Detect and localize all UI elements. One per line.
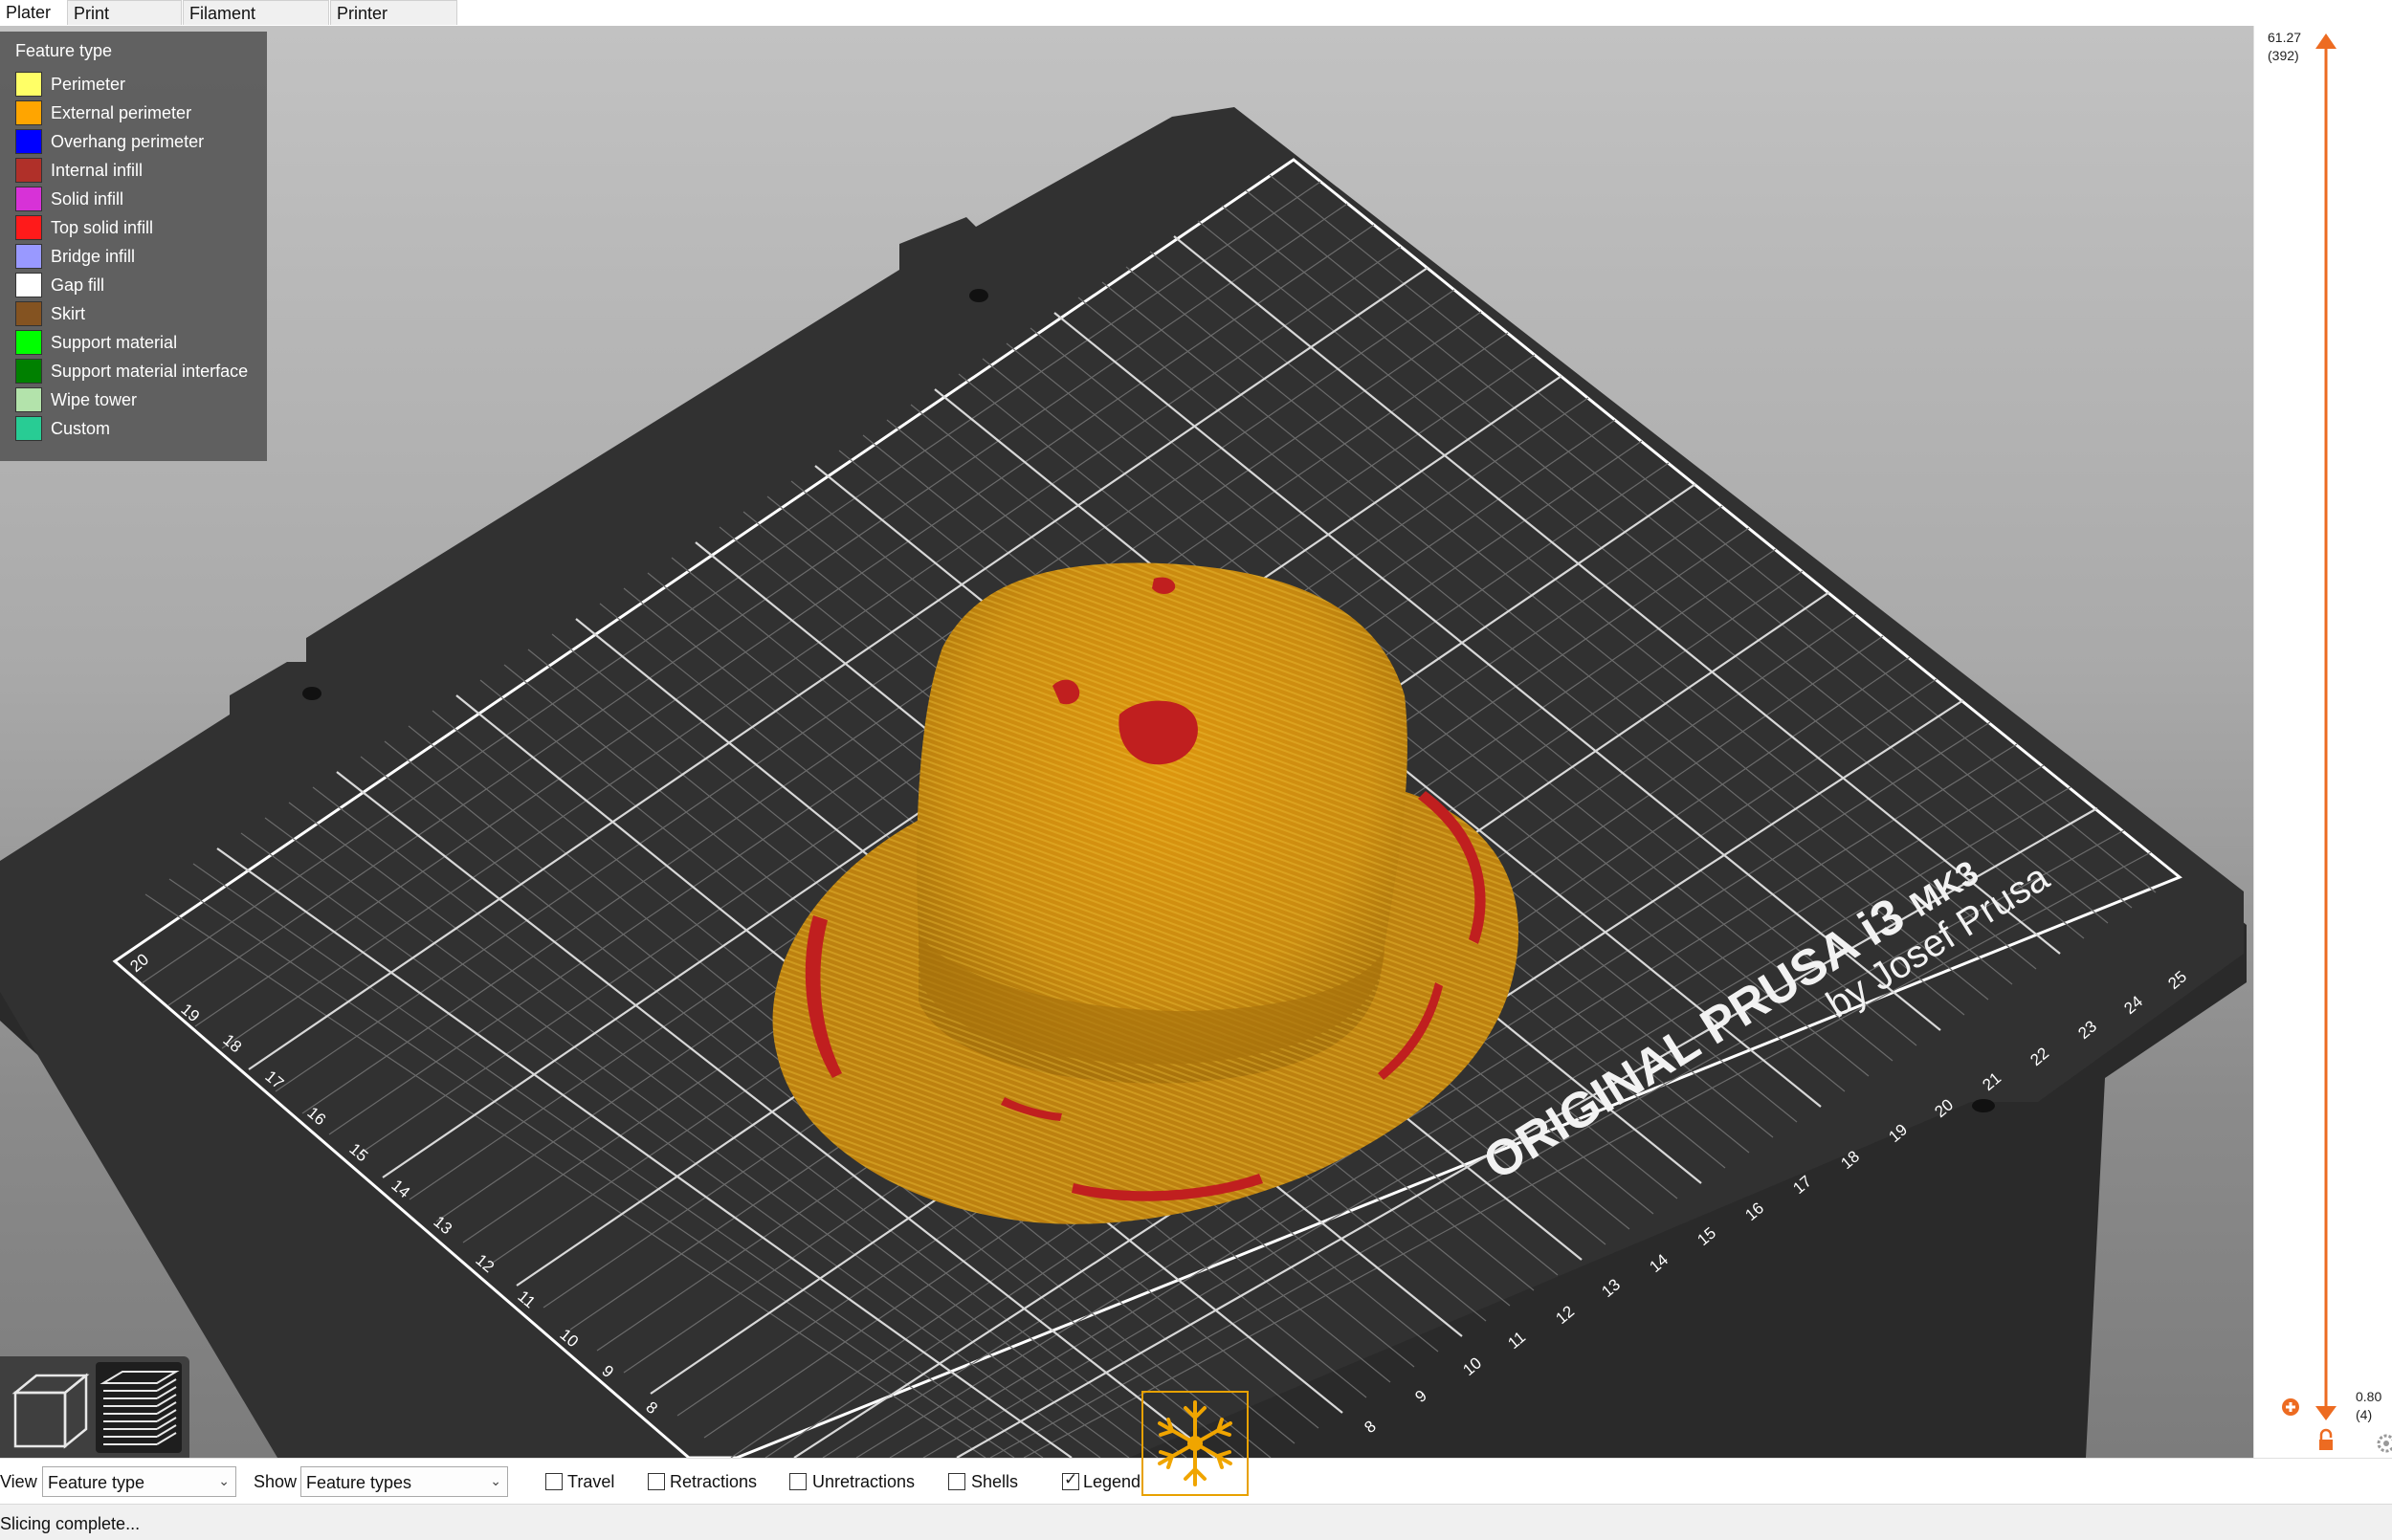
- legend-label: Support material interface: [51, 362, 249, 381]
- legend-label: Overhang perimeter: [51, 132, 205, 151]
- legend-swatch: [15, 100, 42, 125]
- legend-label: Solid infill: [51, 189, 124, 209]
- settings-cog-icon: [2377, 1434, 2392, 1453]
- legend-item: Solid infill: [15, 186, 264, 214]
- legend-item: External perimeter: [15, 99, 264, 128]
- legend-item: Overhang perimeter: [15, 128, 264, 157]
- legend-item: Perimeter: [15, 71, 264, 99]
- legend-checkbox[interactable]: ✓: [1062, 1470, 1079, 1490]
- legend-swatch: [15, 72, 42, 97]
- bottom-thumb: [2315, 1406, 2337, 1420]
- chevron-down-icon: ⌄: [490, 1473, 501, 1488]
- legend-item: Wipe tower: [15, 386, 264, 415]
- legend-label: Legend: [1083, 1472, 1141, 1491]
- legend-swatch: [15, 187, 42, 211]
- shells-checkbox[interactable]: [948, 1473, 965, 1490]
- legend-item: Skirt: [15, 300, 264, 329]
- travel-label: Travel: [567, 1472, 615, 1491]
- tab-printer-settings[interactable]: Printer Settings: [330, 0, 457, 48]
- legend-item: Top solid infill: [15, 214, 264, 243]
- lock-icon: [2319, 1428, 2333, 1450]
- legend-swatch: [15, 330, 42, 355]
- chevron-down-icon: ⌄: [218, 1473, 230, 1488]
- top-thumb: [2315, 33, 2337, 49]
- snowflake-button[interactable]: [1141, 1391, 1249, 1496]
- legend-label: Internal infill: [51, 161, 144, 180]
- tab-plater[interactable]: Plater: [0, 0, 63, 25]
- layers-view-button[interactable]: [96, 1362, 182, 1453]
- layer-slider-panel: 61.27 (392) 0.80 (4): [2253, 26, 2392, 1458]
- unretractions-label: Unretractions: [812, 1472, 916, 1491]
- view-label: View: [0, 1472, 37, 1491]
- 3d-view-button[interactable]: [6, 1362, 92, 1453]
- legend-swatch: [15, 301, 42, 326]
- show-select-value: Feature types: [306, 1473, 412, 1492]
- legend-swatch: [15, 359, 42, 384]
- snowflake-icon: [1158, 1400, 1232, 1486]
- 3d-viewport[interactable]: 20 19 18 17 16 15 14 13 12 11 10 9 8 8 9…: [0, 26, 2253, 1458]
- retractions-label: Retractions: [670, 1472, 758, 1491]
- add-color-change-icon: [2282, 1398, 2299, 1416]
- legend-label: Custom: [51, 419, 111, 438]
- legend-title: Feature type: [15, 41, 113, 60]
- legend-label: Skirt: [51, 304, 85, 323]
- legend-label: Top solid infill: [51, 218, 154, 237]
- retractions-checkbox[interactable]: [648, 1473, 665, 1490]
- travel-checkbox[interactable]: [545, 1473, 563, 1490]
- tab-bar: Plater Print Settings Filament Settings …: [0, 0, 2392, 48]
- legend-label: Gap fill: [51, 275, 105, 295]
- bottom-layer-height: 0.80: [2356, 1389, 2382, 1404]
- status-text: Slicing complete...: [0, 1514, 141, 1533]
- show-select[interactable]: Feature types ⌄: [300, 1466, 508, 1497]
- feature-legend: Feature type Perimeter External perimete…: [0, 32, 267, 461]
- legend-item: Custom: [15, 415, 264, 444]
- bed-hole: [969, 289, 988, 302]
- tab-print-settings[interactable]: Print Settings: [67, 0, 182, 48]
- legend-label: Perimeter: [51, 75, 126, 94]
- bed-hole: [1972, 1099, 1995, 1112]
- view-select-value: Feature type: [48, 1473, 145, 1492]
- legend-label: Bridge infill: [51, 247, 136, 266]
- legend-swatch: [15, 273, 42, 297]
- legend-label: Wipe tower: [51, 390, 138, 409]
- legend-item: Internal infill: [15, 157, 264, 186]
- legend-item: Gap fill: [15, 272, 264, 300]
- layers-icon: [100, 1371, 180, 1445]
- legend-swatch: [15, 416, 42, 441]
- legend-swatch: [15, 387, 42, 412]
- legend-label: Support material: [51, 333, 178, 352]
- legend-swatch: [15, 158, 42, 183]
- legend-item: Bridge infill: [15, 243, 264, 272]
- checkmark-icon: ✓: [1064, 1470, 1078, 1488]
- unretractions-checkbox[interactable]: [789, 1473, 807, 1490]
- legend-label: External perimeter: [51, 103, 192, 122]
- legend-item: Support material: [15, 329, 264, 358]
- view-select[interactable]: Feature type ⌄: [42, 1466, 236, 1497]
- print-bed-scene: 20 19 18 17 16 15 14 13 12 11 10 9 8 8 9…: [0, 107, 2247, 1458]
- legend-item: Support material interface: [15, 358, 264, 386]
- legend-swatch: [15, 244, 42, 269]
- tab-filament-settings[interactable]: Filament Settings: [183, 0, 329, 48]
- status-bar: Slicing complete...: [0, 1504, 2392, 1540]
- shells-label: Shells: [971, 1472, 1019, 1491]
- legend-swatch: [15, 215, 42, 240]
- legend-swatch: [15, 129, 42, 154]
- layer-slider[interactable]: [2254, 26, 2392, 1458]
- bottom-layer-number: (4): [2356, 1407, 2373, 1422]
- cube-icon: [11, 1373, 90, 1449]
- bed-hole: [302, 687, 321, 700]
- show-label: Show: [254, 1472, 298, 1491]
- view-mode-buttons: [0, 1356, 189, 1458]
